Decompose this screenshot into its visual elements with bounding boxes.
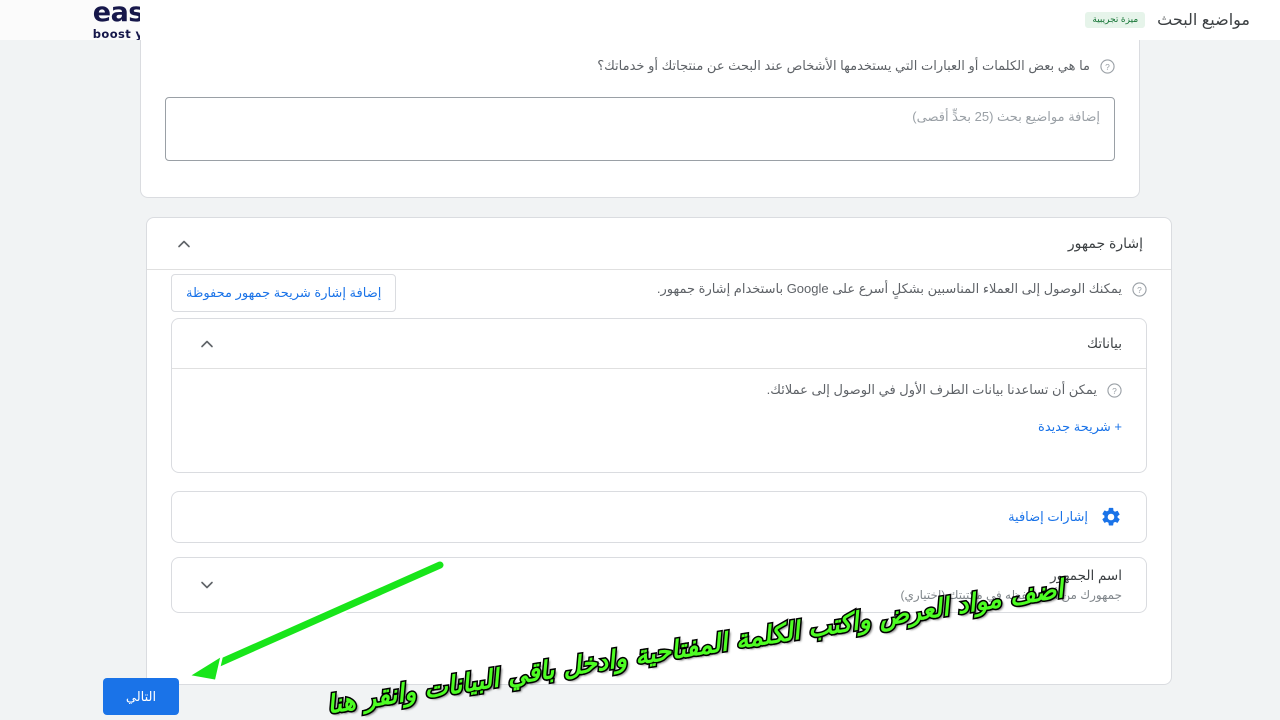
gear-icon[interactable] <box>1100 506 1122 528</box>
app-root: easy orders boost your sales مواضيع البح… <box>0 0 1280 720</box>
your-data-header: بياناتك <box>172 319 1146 369</box>
your-data-title: بياناتك <box>1087 335 1122 351</box>
chevron-down-icon[interactable] <box>196 574 218 596</box>
first-party-data-description-row: ? يمكن أن تساعدنا بيانات الطرف الأول في … <box>767 382 1122 398</box>
page-title: مواضيع البحث <box>1157 12 1250 29</box>
svg-text:?: ? <box>1137 284 1142 294</box>
audience-name-subtitle: جمهورك من أجل حفظه في مكتبتك (اختياري) <box>900 588 1122 603</box>
top-band: easy orders boost your sales مواضيع البح… <box>0 0 1280 42</box>
chevron-up-icon[interactable] <box>173 233 195 255</box>
audience-signal-header: إشارة جمهور <box>147 218 1171 270</box>
search-themes-question-text: ما هي بعض الكلمات أو العبارات التي يستخد… <box>597 58 1090 73</box>
extra-signals-label[interactable]: إشارات إضافية <box>1008 509 1088 525</box>
audience-signal-description-row: ? يمكنك الوصول إلى العملاء المناسبين بشك… <box>657 281 1147 297</box>
audience-signal-card: إشارة جمهور ? يمكنك الوصول إلى العملاء ا… <box>146 217 1172 685</box>
chevron-up-icon[interactable] <box>196 333 218 355</box>
help-circle-icon[interactable]: ? <box>1107 382 1122 398</box>
search-themes-card: ? ما هي بعض الكلمات أو العبارات التي يست… <box>140 40 1140 198</box>
help-circle-icon[interactable]: ? <box>1132 281 1147 297</box>
search-themes-question-row: ? ما هي بعض الكلمات أو العبارات التي يست… <box>597 58 1115 74</box>
svg-text:?: ? <box>1105 61 1110 71</box>
extra-signals-panel[interactable]: إشارات إضافية <box>171 491 1147 543</box>
audience-signal-description: يمكنك الوصول إلى العملاء المناسبين بشكلٍ… <box>656 281 1122 296</box>
next-button[interactable]: التالي <box>103 678 179 715</box>
audience-name-title: اسم الجمهور <box>1050 567 1122 583</box>
search-themes-placeholder: إضافة مواضيع بحث (25 بحدٍّ أقصى) <box>912 109 1100 124</box>
first-party-data-description: يمكن أن تساعدنا بيانات الطرف الأول في ال… <box>766 382 1097 397</box>
search-themes-input[interactable]: إضافة مواضيع بحث (25 بحدٍّ أقصى) <box>165 97 1115 161</box>
add-saved-audience-button[interactable]: إضافة إشارة شريحة جمهور محفوظة <box>171 274 397 312</box>
your-data-panel: بياناتك ? يمكن أن تساعدنا بيانات الطرف ا… <box>171 318 1147 473</box>
new-segment-link[interactable]: + شريحة جديدة <box>1038 419 1122 435</box>
audience-signal-title: إشارة جمهور <box>1067 235 1143 251</box>
svg-text:?: ? <box>1112 385 1117 395</box>
help-circle-icon[interactable]: ? <box>1100 58 1115 74</box>
beta-badge: ميزة تجريبية <box>1085 12 1146 28</box>
content-area: ? ما هي بعض الكلمات أو العبارات التي يست… <box>0 40 1280 720</box>
page-header: مواضيع البحث ميزة تجريبية <box>140 0 1280 40</box>
audience-name-panel[interactable]: اسم الجمهور جمهورك من أجل حفظه في مكتبتك… <box>171 557 1147 613</box>
